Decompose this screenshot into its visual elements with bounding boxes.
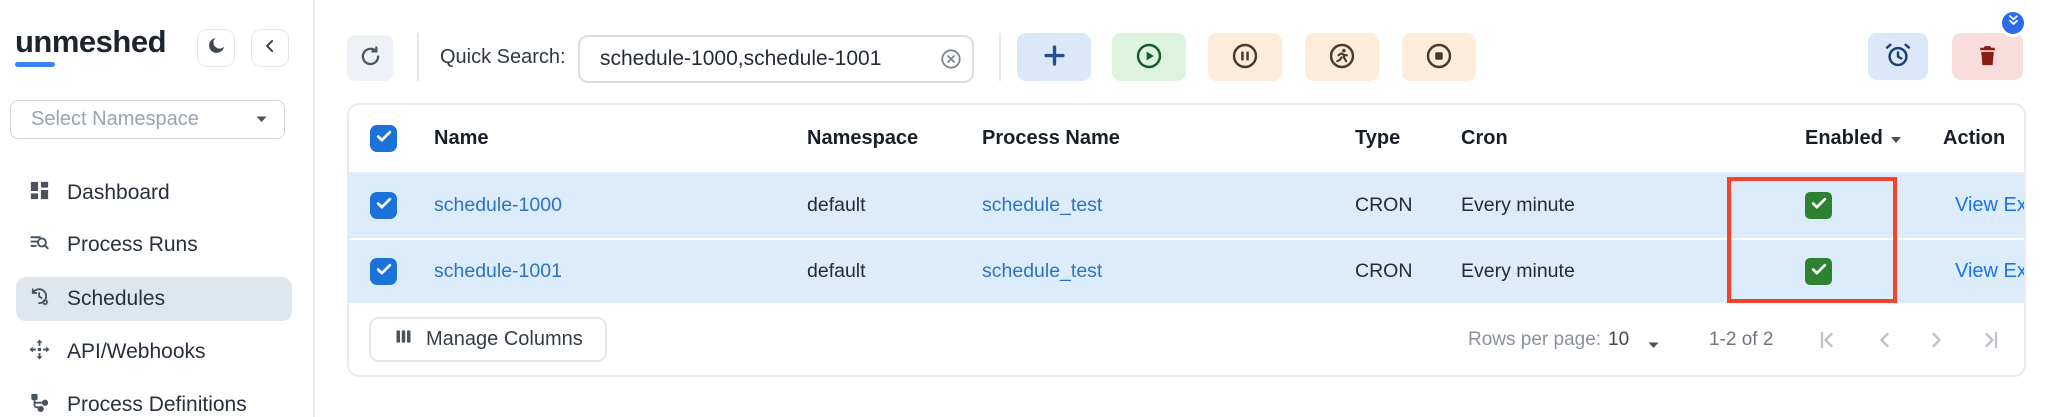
sidebar-collapse-button[interactable]: [251, 29, 289, 67]
namespace-select[interactable]: Select Namespace: [10, 100, 285, 139]
app-logo: unmeshed: [15, 24, 166, 60]
scroll-down-badge[interactable]: [1999, 9, 2027, 37]
cron-cell: Every minute: [1461, 260, 1805, 283]
column-header-enabled-label: Enabled: [1805, 127, 1883, 150]
row-select-checkbox[interactable]: [370, 192, 397, 219]
schedule-name-link[interactable]: schedule-1001: [434, 260, 807, 283]
caret-down-icon: [255, 111, 268, 129]
check-icon: [374, 126, 394, 151]
process-name-link[interactable]: schedule_test: [982, 260, 1355, 283]
column-header-enabled[interactable]: Enabled: [1805, 127, 1943, 150]
stop-circle-icon: [1425, 42, 1453, 73]
alarm-clock-icon: [1884, 41, 1912, 72]
select-all-checkbox[interactable]: [370, 125, 397, 152]
table-header-row: Name Namespace Process Name Type Cron En…: [349, 105, 2024, 173]
history-gear-icon: [28, 285, 51, 313]
enable-schedules-button[interactable]: [1112, 33, 1186, 81]
schedule-name-link[interactable]: schedule-1000: [434, 194, 807, 217]
stop-schedules-button[interactable]: [1402, 33, 1476, 81]
pause-schedules-button[interactable]: [1208, 33, 1282, 81]
view-executions-link[interactable]: View Executions: [1943, 260, 2026, 283]
cron-cell: Every minute: [1461, 194, 1805, 217]
search-list-icon: [28, 231, 51, 259]
column-header-name: Name: [434, 127, 807, 150]
manage-columns-button[interactable]: Manage Columns: [369, 317, 607, 362]
dashboard-grid-icon: [28, 179, 51, 207]
sidebar-item-api-webhooks[interactable]: API/Webhooks: [16, 330, 292, 374]
add-schedule-button[interactable]: [1017, 33, 1091, 81]
columns-icon: [393, 326, 414, 353]
check-icon: [1809, 259, 1829, 284]
schedules-table-card: Name Namespace Process Name Type Cron En…: [347, 103, 2026, 377]
rows-per-page-value[interactable]: 10: [1608, 329, 1629, 351]
view-executions-link[interactable]: View Executions: [1943, 194, 2026, 217]
column-header-process-name: Process Name: [982, 127, 1355, 150]
moon-icon: [206, 35, 227, 61]
process-name-link[interactable]: schedule_test: [982, 194, 1355, 217]
plus-icon: [1041, 42, 1068, 72]
check-icon: [374, 259, 394, 284]
sidebar-item-process-runs[interactable]: Process Runs: [16, 223, 292, 267]
rows-per-page-label: Rows per page:: [1468, 329, 1601, 351]
sidebar: unmeshed Select Namespace Dashboard: [0, 0, 315, 417]
column-header-type: Type: [1355, 127, 1461, 150]
check-icon: [374, 193, 394, 218]
table-row: schedule-1001 default schedule_test CRON…: [349, 238, 2024, 303]
sidebar-item-dashboard[interactable]: Dashboard: [16, 171, 292, 215]
trash-icon: [1975, 43, 2000, 71]
refresh-button[interactable]: [347, 35, 393, 81]
namespace-placeholder: Select Namespace: [31, 108, 255, 131]
sidebar-item-label: Dashboard: [67, 181, 170, 205]
workflow-tree-icon: [28, 391, 51, 417]
enabled-checkbox[interactable]: [1805, 258, 1832, 285]
row-select-checkbox[interactable]: [370, 258, 397, 285]
schedules-page: unmeshed Select Namespace Dashboard: [0, 0, 2048, 417]
move-arrows-icon: [28, 338, 51, 366]
quick-search-input[interactable]: [578, 35, 974, 83]
sidebar-item-label: Schedules: [67, 287, 165, 311]
chevron-left-icon: [260, 36, 280, 61]
quick-search-field: [578, 35, 974, 83]
sidebar-item-process-definitions[interactable]: Process Definitions: [16, 383, 292, 417]
dark-mode-toggle-button[interactable]: [197, 29, 235, 67]
check-icon: [1809, 193, 1829, 218]
enabled-checkbox[interactable]: [1805, 192, 1832, 219]
last-page-icon[interactable]: [1978, 327, 2004, 353]
schedule-timer-button[interactable]: [1868, 33, 1928, 80]
sidebar-item-schedules[interactable]: Schedules: [16, 277, 292, 321]
rows-per-page-caret-icon[interactable]: [1647, 337, 1660, 355]
previous-page-icon[interactable]: [1872, 327, 1898, 353]
double-chevron-down-icon: [2006, 13, 2021, 33]
type-cell: CRON: [1355, 260, 1461, 283]
clear-search-icon[interactable]: [939, 47, 963, 71]
table-footer: Manage Columns Rows per page: 10 1-2 of …: [349, 303, 2024, 377]
column-header-cron: Cron: [1461, 127, 1805, 150]
sidebar-item-label: Process Definitions: [67, 393, 247, 417]
delete-schedules-button[interactable]: [1952, 33, 2023, 80]
pagination-range-label: 1-2 of 2: [1709, 329, 1773, 351]
column-header-namespace: Namespace: [807, 127, 982, 150]
sidebar-item-label: Process Runs: [67, 233, 198, 257]
column-header-action: Action: [1943, 127, 2024, 150]
next-page-icon[interactable]: [1923, 327, 1949, 353]
type-cell: CRON: [1355, 194, 1461, 217]
first-page-icon[interactable]: [1814, 327, 1840, 353]
pause-circle-icon: [1231, 42, 1259, 73]
toolbar-divider: [999, 33, 1001, 81]
run-now-button[interactable]: [1305, 33, 1379, 81]
logo-underline: [15, 62, 55, 67]
sort-caret-down-icon: [1890, 127, 1902, 150]
namespace-cell: default: [807, 194, 982, 217]
table-row: schedule-1000 default schedule_test CRON…: [349, 173, 2024, 238]
namespace-cell: default: [807, 260, 982, 283]
resume-runner-icon: [1328, 42, 1356, 73]
toolbar-divider: [417, 33, 419, 81]
sidebar-item-label: API/Webhooks: [67, 340, 206, 364]
play-circle-icon: [1135, 42, 1163, 73]
quick-search-label: Quick Search:: [440, 46, 566, 69]
manage-columns-label: Manage Columns: [426, 328, 583, 351]
refresh-icon: [358, 44, 383, 72]
